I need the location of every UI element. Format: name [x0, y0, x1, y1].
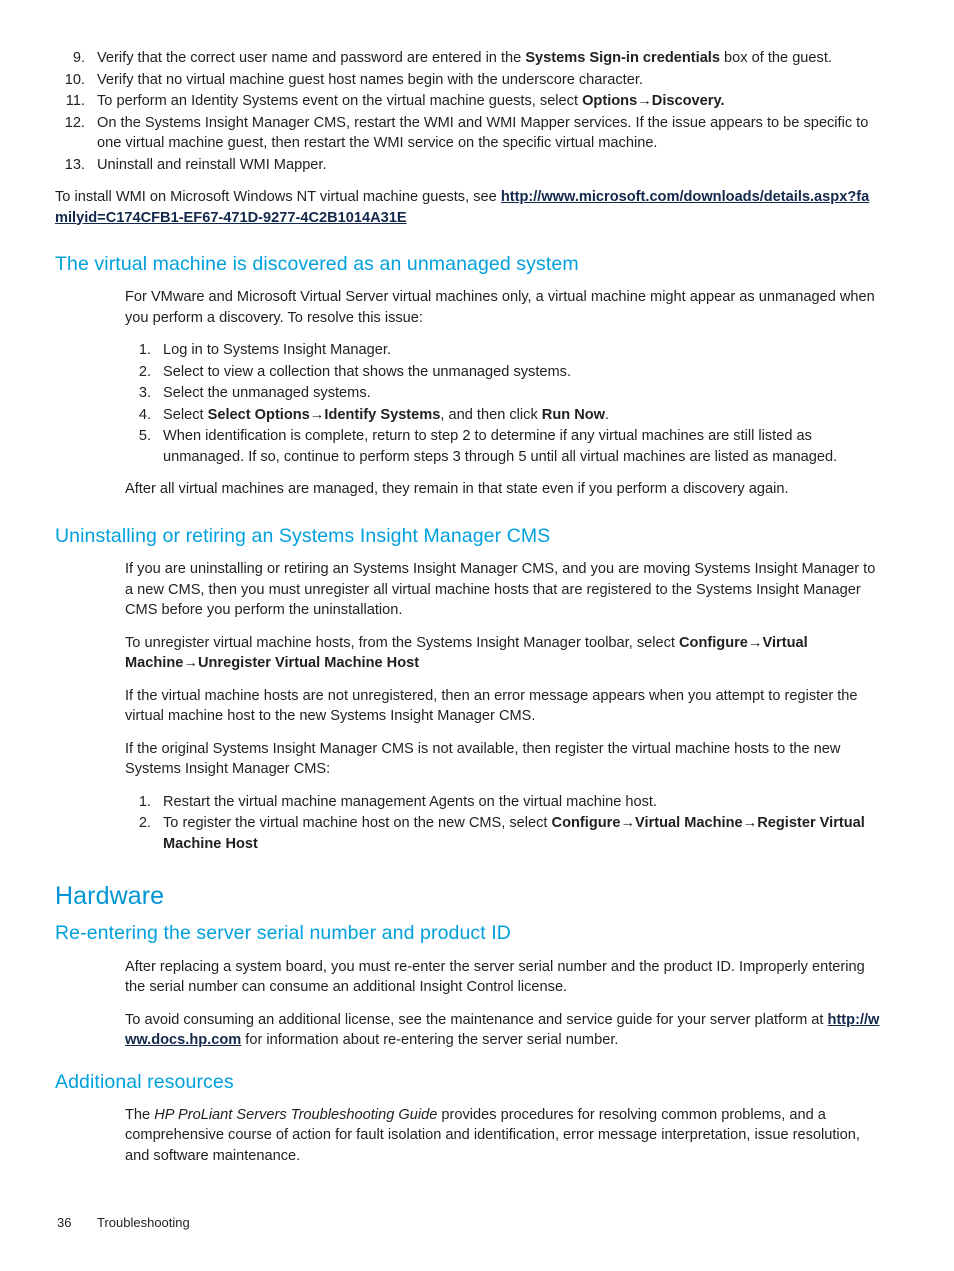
page-content: 9. Verify that the correct user name and … [55, 48, 880, 1166]
list-item-text-bold: Options→Discovery. [582, 93, 725, 109]
list-item: 1. Log in to Systems Insight Manager. [125, 340, 880, 361]
uninstall-paragraph-3: If the virtual machine hosts are not unr… [125, 687, 858, 725]
list-item-text-bold2: Run Now [541, 406, 606, 423]
list-item-text-mid: , and then click [440, 406, 542, 423]
list-item-text-bold: Select Options→Identify Systems [207, 406, 441, 423]
list-item-text-pre: To register the virtual machine host on … [163, 815, 552, 832]
list-item-number: 1. [138, 793, 151, 810]
list-item-number: 5. [138, 428, 151, 445]
list-item: 4. Select Select Options→Identify Systems… [125, 405, 880, 426]
list-item: 11. To perform an Identity Systems event … [55, 91, 880, 112]
unmanaged-closing-paragraph: After all virtual machines are managed, … [125, 481, 789, 498]
unmanaged-steps-list: 1. Log in to Systems Insight Manager. 2. S… [125, 340, 880, 467]
list-item-number: 11. [65, 93, 85, 109]
heading-uninstalling-cms: Uninstalling or retiring an Systems Insi… [55, 524, 551, 547]
uninstall-paragraph-2: To unregister virtual machine hosts, fro… [125, 633, 880, 674]
heading-hardware: Hardware [55, 882, 165, 911]
list-item-number: 9. [72, 50, 85, 66]
footer-page-number: 36 [57, 1215, 72, 1230]
heading-unmanaged-system: The virtual machine is discovered as an … [55, 253, 579, 275]
list-item-text-pre: Uninstall and reinstall WMI Mapper. [97, 156, 327, 173]
list-item-number: 3. [138, 385, 151, 402]
list-item: 12. On the Systems Insight Manager CMS, r… [55, 113, 880, 154]
list-item-text-pre: On the Systems Insight Manager CMS, rest… [97, 114, 869, 152]
page-footer: 36 Troubleshooting [57, 1215, 190, 1231]
list-item-number: 2. [138, 815, 151, 832]
serial-paragraph-2-pre: To avoid consuming an additional license… [125, 1011, 828, 1028]
list-item-number: 4. [138, 406, 151, 423]
uninstall-paragraph-2-text: To unregister virtual machine hosts, fro… [125, 634, 680, 651]
wmi-install-note: To install WMI on Microsoft Windows NT v… [55, 187, 880, 228]
serial-paragraph-2: To avoid consuming an additional license… [125, 1010, 880, 1051]
list-item: 2. Select to view a collection that shows… [125, 362, 880, 383]
list-item: 5. When identification is complete, retur… [125, 426, 880, 467]
uninstall-paragraph-4: If the original Systems Insight Manager … [125, 740, 841, 778]
serial-paragraph-1: After replacing a system board, you must… [125, 958, 865, 996]
serial-number-body: After replacing a system board, you must… [125, 957, 880, 1051]
wmi-install-note-text: To install WMI on Microsoft Windows NT v… [55, 189, 501, 205]
list-item-number: 12. [64, 114, 85, 131]
guide-title: HP ProLiant Servers Troubleshooting Guid… [154, 1106, 438, 1123]
list-item-text-pre: Restart the virtual machine management A… [163, 793, 658, 810]
list-item-text-pre: Verify that the correct user name and pa… [97, 50, 526, 66]
unmanaged-intro-paragraph: For VMware and Microsoft Virtual Server … [125, 289, 875, 326]
unmanaged-system-body: For VMware and Microsoft Virtual Server … [125, 287, 880, 500]
heading-additional-resources: Additional resources [55, 1070, 234, 1093]
list-item: 2. To register the virtual machine host o… [125, 813, 880, 854]
list-item: 9. Verify that the correct user name and … [55, 48, 880, 69]
list-item: 3. Select the unmanaged systems. [125, 383, 880, 404]
list-item: 10. Verify that no virtual machine guest … [55, 70, 880, 91]
footer-chapter-label: Troubleshooting [97, 1215, 190, 1230]
resources-text-pre: The [125, 1106, 155, 1123]
list-item-text-pre: Log in to Systems Insight Manager. [163, 342, 391, 359]
list-item-number: 1. [138, 342, 151, 359]
additional-resources-paragraph: The HP ProLiant Servers Troubleshooting … [125, 1105, 880, 1167]
additional-resources-body: The HP ProLiant Servers Troubleshooting … [125, 1105, 880, 1167]
heading-re-entering-serial: Re-entering the server serial number and… [55, 922, 511, 945]
list-item-text-pre: Select [163, 406, 208, 423]
continued-steps-list: 9. Verify that the correct user name and … [55, 48, 880, 175]
serial-paragraph-2-post: for information about re-entering the se… [241, 1032, 619, 1049]
list-item-text-pre: Select the unmanaged systems. [163, 385, 371, 402]
list-item-text-pre: When identification is complete, return … [163, 428, 838, 465]
list-item-text-post: . [605, 406, 610, 423]
list-item-text-pre: Verify that no virtual machine guest hos… [97, 71, 643, 88]
document-page: 9. Verify that the correct user name and … [0, 0, 954, 1271]
list-item: 1. Restart the virtual machine management… [125, 792, 880, 813]
uninstalling-cms-body: If you are uninstalling or retiring an S… [125, 559, 880, 854]
list-item-text-pre: Select to view a collection that shows t… [163, 363, 572, 380]
list-item-number: 10. [64, 71, 85, 88]
list-item-text-post: box of the guest. [719, 50, 832, 66]
list-item-number: 2. [138, 363, 151, 380]
register-steps-list: 1. Restart the virtual machine management… [125, 792, 880, 855]
list-item: 13. Uninstall and reinstall WMI Mapper. [55, 155, 880, 176]
uninstall-paragraph-1: If you are uninstalling or retiring an S… [125, 561, 876, 619]
list-item-text-bold: Systems Sign-in credentials [525, 50, 720, 66]
list-item-text-pre: To perform an Identity Systems event on … [97, 93, 583, 109]
list-item-number: 13. [64, 156, 85, 173]
